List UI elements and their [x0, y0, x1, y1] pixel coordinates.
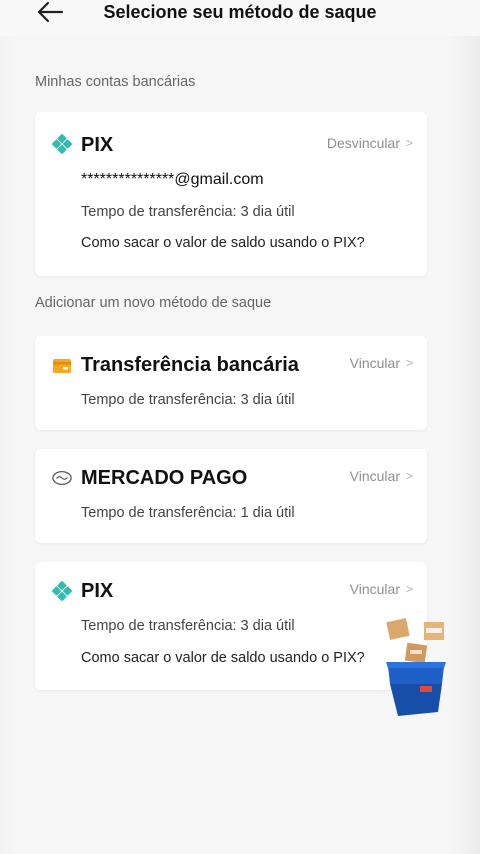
page-title: Selecione seu método de saque: [103, 2, 377, 22]
bank-transfer-card[interactable]: Transferência bancária Vincular > Tempo …: [35, 336, 427, 430]
mercado-pago-icon: [52, 468, 72, 488]
pix-add-card[interactable]: PIX Vincular > Tempo de transferência: 3…: [35, 562, 427, 690]
chevron-right-icon: >: [405, 356, 413, 370]
chevron-right-icon: >: [405, 469, 413, 483]
bank-transfer-title: Transferência bancária: [81, 354, 299, 376]
transfer-time: Tempo de transferência: 3 dia útil: [81, 618, 295, 634]
bank-card-icon: [52, 356, 72, 376]
mercado-pago-card[interactable]: MERCADO PAGO Vincular > Tempo de transfe…: [35, 449, 427, 543]
pix-title: PIX: [81, 580, 114, 602]
transfer-time: Tempo de transferência: 3 dia útil: [81, 204, 295, 220]
link-mercado-pago-button[interactable]: Vincular >: [350, 468, 413, 484]
pix-help-link[interactable]: Como sacar o valor de saldo usando o PIX…: [81, 650, 365, 666]
header: Selecione seu método de saque: [0, 0, 480, 36]
link-label: Vincular: [349, 581, 400, 597]
section-label-add-method: Adicionar um novo método de saque: [35, 295, 272, 311]
link-label: Vincular: [349, 468, 400, 484]
transfer-time: Tempo de transferência: 3 dia útil: [81, 392, 295, 408]
chevron-right-icon: >: [405, 136, 413, 150]
linked-pix-card: PIX Desvincular > ***************@gmail.…: [35, 112, 427, 276]
unlink-label: Desvincular: [326, 135, 400, 151]
link-bank-button[interactable]: Vincular >: [350, 355, 413, 371]
pix-title: PIX: [81, 134, 114, 156]
pix-icon: [52, 581, 72, 601]
transfer-time: Tempo de transferência: 1 dia útil: [81, 505, 295, 521]
mercado-pago-title: MERCADO PAGO: [81, 467, 248, 489]
floating-gift-boxes-icon[interactable]: [384, 614, 448, 718]
section-label-my-accounts: Minhas contas bancárias: [35, 74, 196, 90]
pix-icon: [52, 134, 72, 154]
unlink-button[interactable]: Desvincular >: [327, 135, 413, 151]
chevron-right-icon: >: [405, 582, 413, 596]
link-pix-button[interactable]: Vincular >: [350, 581, 413, 597]
linked-email: ***************@gmail.com: [81, 171, 264, 188]
link-label: Vincular: [349, 355, 400, 371]
pix-help-link[interactable]: Como sacar o valor de saldo usando o PIX…: [81, 235, 365, 251]
